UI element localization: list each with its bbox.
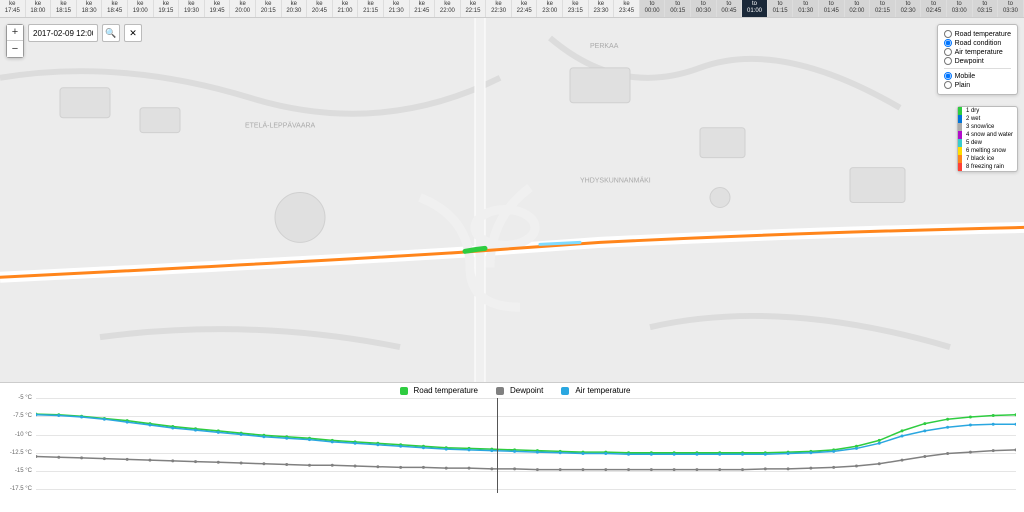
zoom-out-button[interactable]: − [7,41,23,57]
timeline[interactable]: ke17:45ke18:00ke18:15ke18:30ke18:45ke19:… [0,0,1024,18]
time-slot[interactable]: ke23:00 [537,0,563,17]
time-slot[interactable]: ke22:00 [435,0,461,17]
time-slot[interactable]: ke23:45 [614,0,640,17]
mapstyle-plain[interactable]: Plain [944,81,1011,89]
chart-legend: Road temperature Dewpoint Air temperature [0,383,1024,398]
condition-row: 7 black ice [958,155,1017,163]
time-slot[interactable]: ke19:00 [128,0,154,17]
time-slot[interactable]: to00:00 [640,0,666,17]
time-slot[interactable]: ke18:30 [77,0,103,17]
time-slot[interactable]: to00:15 [665,0,691,17]
time-slot[interactable]: ke22:15 [461,0,487,17]
time-slot[interactable]: to01:30 [793,0,819,17]
time-slot[interactable]: ke18:45 [102,0,128,17]
time-slot[interactable]: to01:45 [819,0,845,17]
mapstyle-mobile[interactable]: Mobile [944,72,1011,80]
time-slot[interactable]: to02:30 [896,0,922,17]
layer-road-temperature[interactable]: Road temperature [944,30,1011,38]
time-slot[interactable]: ke19:45 [205,0,231,17]
time-slot[interactable]: ke19:15 [154,0,180,17]
condition-row: 2 wet [958,115,1017,123]
layer-air-temperature[interactable]: Air temperature [944,48,1011,56]
condition-row: 3 snow/ice [958,123,1017,131]
time-slot[interactable]: to00:30 [691,0,717,17]
time-slot[interactable]: to01:15 [768,0,794,17]
time-slot[interactable]: ke20:15 [256,0,282,17]
time-slot[interactable]: to03:00 [947,0,973,17]
time-slot[interactable]: ke18:15 [51,0,77,17]
legend-item[interactable]: Air temperature [555,386,630,395]
layer-road-condition[interactable]: Road condition [944,39,1011,47]
time-slot[interactable]: ke20:00 [230,0,256,17]
condition-row: 5 dew [958,139,1017,147]
time-slot[interactable]: ke22:45 [512,0,538,17]
condition-legend: 1 dry2 wet3 snow/ice4 snow and water5 de… [957,106,1018,172]
legend-item[interactable]: Dewpoint [490,386,543,395]
time-slot[interactable]: to02:00 [845,0,871,17]
layer-panel: Road temperature Road condition Air temp… [937,24,1018,95]
datetime-input[interactable] [28,24,98,42]
time-slot[interactable]: ke21:45 [410,0,436,17]
time-slot[interactable]: ke21:00 [333,0,359,17]
time-slot[interactable]: to02:45 [921,0,947,17]
time-slot[interactable]: ke21:30 [384,0,410,17]
map-controls: + − 🔍 ✕ [6,24,142,58]
legend-item[interactable]: Road temperature [394,386,478,395]
condition-row: 6 melting snow [958,147,1017,155]
place-label: ETELÄ-LEPPÄVAARA [245,122,316,130]
time-slot[interactable]: ke23:30 [589,0,615,17]
time-slot[interactable]: to02:15 [870,0,896,17]
y-axis-labels: -5 °C-7.5 °C-10 °C-12.5 °C-15 °C-17.5 °C [4,398,34,493]
time-slot[interactable]: ke21:15 [358,0,384,17]
map-area[interactable]: + − 🔍 ✕ Road temperature Road condition … [0,18,1024,382]
time-slot[interactable]: ke20:30 [282,0,308,17]
map-canvas[interactable]: PERKAA ETELÄ-LEPPÄVAARA YHDYSKUNNANMÄKI [0,18,1024,382]
layer-dewpoint[interactable]: Dewpoint [944,57,1011,65]
condition-row: 8 freezing rain [958,163,1017,171]
condition-row: 4 snow and water [958,131,1017,139]
condition-row: 1 dry [958,107,1017,115]
chart-svg [36,398,1016,493]
time-slot[interactable]: to03:30 [998,0,1024,17]
zoom-in-button[interactable]: + [7,25,23,41]
time-slot[interactable]: to03:15 [973,0,999,17]
time-slot[interactable]: ke17:45 [0,0,26,17]
zoom-control: + − [6,24,24,58]
time-slot[interactable]: ke23:15 [563,0,589,17]
place-label: PERKAA [590,43,619,50]
time-slot[interactable]: ke20:45 [307,0,333,17]
close-icon: ✕ [129,28,137,39]
time-slot[interactable]: ke19:30 [179,0,205,17]
search-button[interactable]: 🔍 [102,24,120,42]
search-icon: 🔍 [105,28,116,39]
chart-area: Road temperatureDewpointAir temperature … [0,382,1024,512]
time-slot[interactable]: to01:00 [742,0,768,17]
chart-body[interactable]: -5 °C-7.5 °C-10 °C-12.5 °C-15 °C-17.5 °C [36,398,1016,493]
place-label: YHDYSKUNNANMÄKI [580,177,651,185]
time-marker[interactable] [497,398,498,493]
time-slot[interactable]: ke18:00 [26,0,52,17]
time-slot[interactable]: to00:45 [717,0,743,17]
time-slot[interactable]: ke22:30 [486,0,512,17]
clear-button[interactable]: ✕ [124,24,142,42]
